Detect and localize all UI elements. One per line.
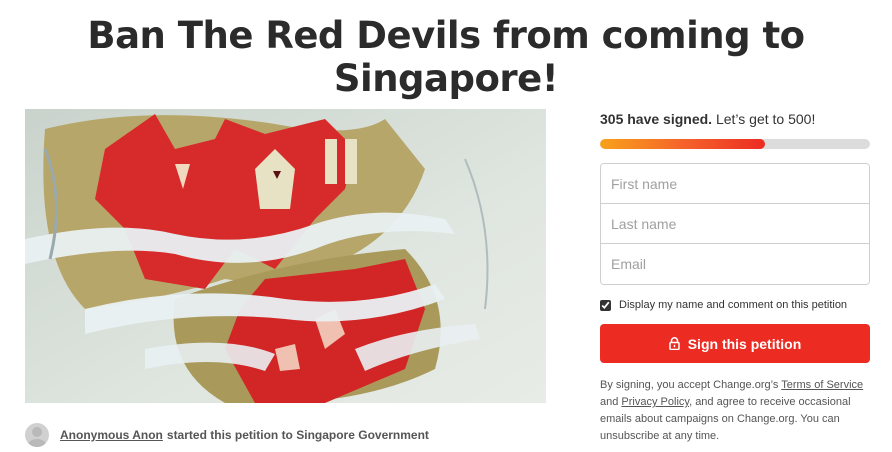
first-name-input[interactable]: [601, 164, 869, 204]
legal-and: and: [600, 396, 619, 408]
email-input[interactable]: [601, 244, 869, 284]
goal-text: Let’s get to 500!: [715, 111, 816, 127]
user-silhouette-icon: [28, 427, 46, 447]
lock-icon: [668, 337, 680, 350]
sign-panel: 305 have signed. Let’s get to 500! Displ…: [600, 109, 870, 445]
starter-name-link[interactable]: Anonymous Anon: [60, 428, 163, 442]
legal-prefix: By signing, you accept Change.org’s: [600, 379, 779, 391]
terms-of-service-link[interactable]: Terms of Service: [781, 379, 863, 391]
privacy-policy-link[interactable]: Privacy Policy: [621, 396, 689, 408]
display-name-option[interactable]: Display my name and comment on this peti…: [600, 299, 870, 311]
signed-count-text: 305 have signed.: [600, 111, 713, 127]
display-name-checkbox[interactable]: [600, 299, 611, 311]
petition-title: Ban The Red Devils from coming to Singap…: [87, 14, 805, 100]
last-name-input[interactable]: [601, 204, 869, 244]
signer-fields: [600, 163, 870, 285]
signature-progress-bar: [600, 139, 870, 149]
sign-petition-button[interactable]: Sign this petition: [600, 324, 870, 363]
signature-count: 305 have signed. Let’s get to 500!: [600, 109, 870, 129]
legal-disclaimer: By signing, you accept Change.org’s Term…: [600, 377, 870, 445]
petition-image: [25, 109, 546, 403]
signature-progress-fill: [600, 139, 765, 149]
petition-starter: Anonymous Anon started this petition to …: [25, 423, 429, 447]
sign-button-label: Sign this petition: [687, 335, 802, 352]
starter-description: started this petition to Singapore Gover…: [166, 428, 429, 442]
display-name-label: Display my name and comment on this peti…: [619, 299, 848, 311]
avatar[interactable]: [25, 423, 49, 447]
